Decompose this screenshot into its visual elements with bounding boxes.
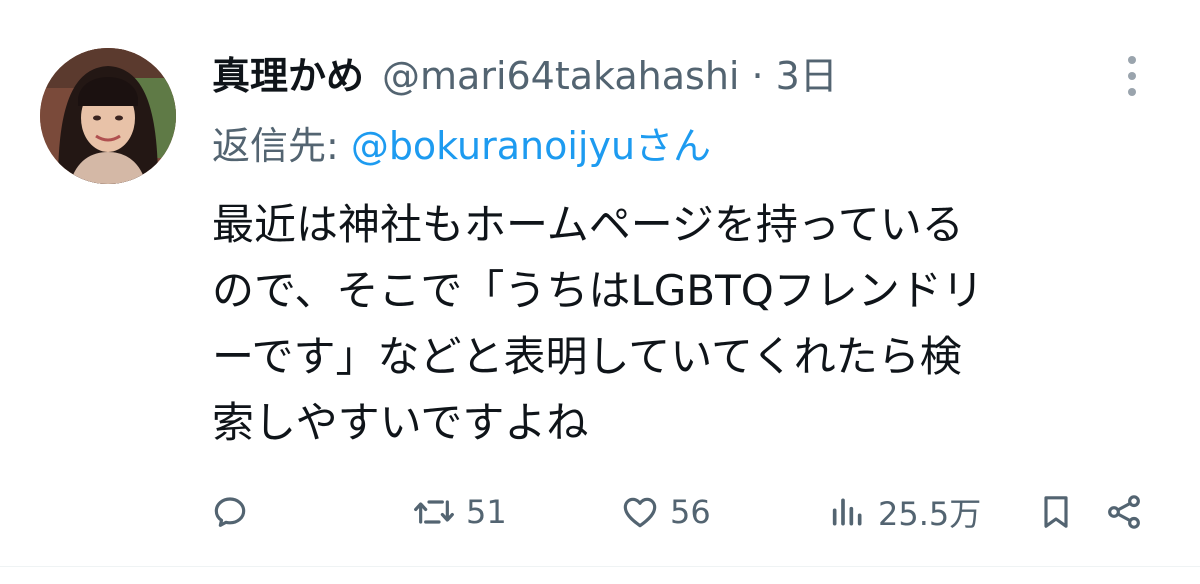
bookmark-button[interactable]: [1036, 480, 1076, 544]
reply-button[interactable]: [210, 480, 260, 544]
user-handle[interactable]: @mari64takahashi: [382, 44, 739, 108]
bookmark-icon: [1044, 496, 1068, 528]
views-count: 25.5万: [878, 495, 982, 533]
retweet-button[interactable]: 51: [412, 480, 507, 544]
display-name[interactable]: 真理かめ: [212, 44, 364, 108]
like-count: 56: [670, 493, 711, 531]
timestamp[interactable]: 3日: [776, 44, 838, 108]
heart-icon: [623, 497, 657, 528]
reply-label: 返信先:: [212, 124, 339, 168]
like-button[interactable]: 56: [620, 480, 711, 544]
share-icon: [1108, 495, 1140, 529]
avatar-image: [40, 48, 176, 184]
retweet-count: 51: [466, 493, 507, 531]
views-icon: [832, 498, 862, 526]
tweet-text-line: ーです」などと表明していてくれたら検: [212, 332, 962, 381]
action-bar: 51 56 25.5万: [0, 480, 1200, 544]
more-dot-icon: [1128, 56, 1136, 64]
avatar[interactable]: [40, 48, 176, 184]
tweet-text-line: 索しやすいですよね: [212, 398, 589, 447]
reply-icon: [214, 497, 246, 527]
divider: [0, 566, 1200, 567]
reply-user-link[interactable]: @bokuranoijyuさん: [351, 124, 711, 168]
reply-context: 返信先: @bokuranoijyuさん: [212, 116, 711, 176]
share-button[interactable]: [1104, 480, 1144, 544]
tweet[interactable]: 真理かめ @mari64takahashi · 3日 返信先: @bokurano…: [0, 0, 1200, 584]
separator-dot: ·: [751, 54, 764, 98]
tweet-text-line: 最近は神社もホームページを持っている: [212, 200, 964, 249]
tweet-text: 最近は神社もホームページを持っている ので、そこで「うちはLGBTQフレンドリ …: [212, 192, 1132, 456]
retweet-icon: [414, 500, 454, 524]
more-options-button[interactable]: [1114, 50, 1150, 102]
tweet-text-line: ので、そこで「うちはLGBTQフレンドリ: [212, 266, 984, 315]
tweet-header: 真理かめ @mari64takahashi · 3日: [212, 44, 838, 108]
views-button[interactable]: 25.5万: [828, 480, 981, 544]
more-dot-icon: [1128, 72, 1136, 80]
more-dot-icon: [1128, 88, 1136, 96]
